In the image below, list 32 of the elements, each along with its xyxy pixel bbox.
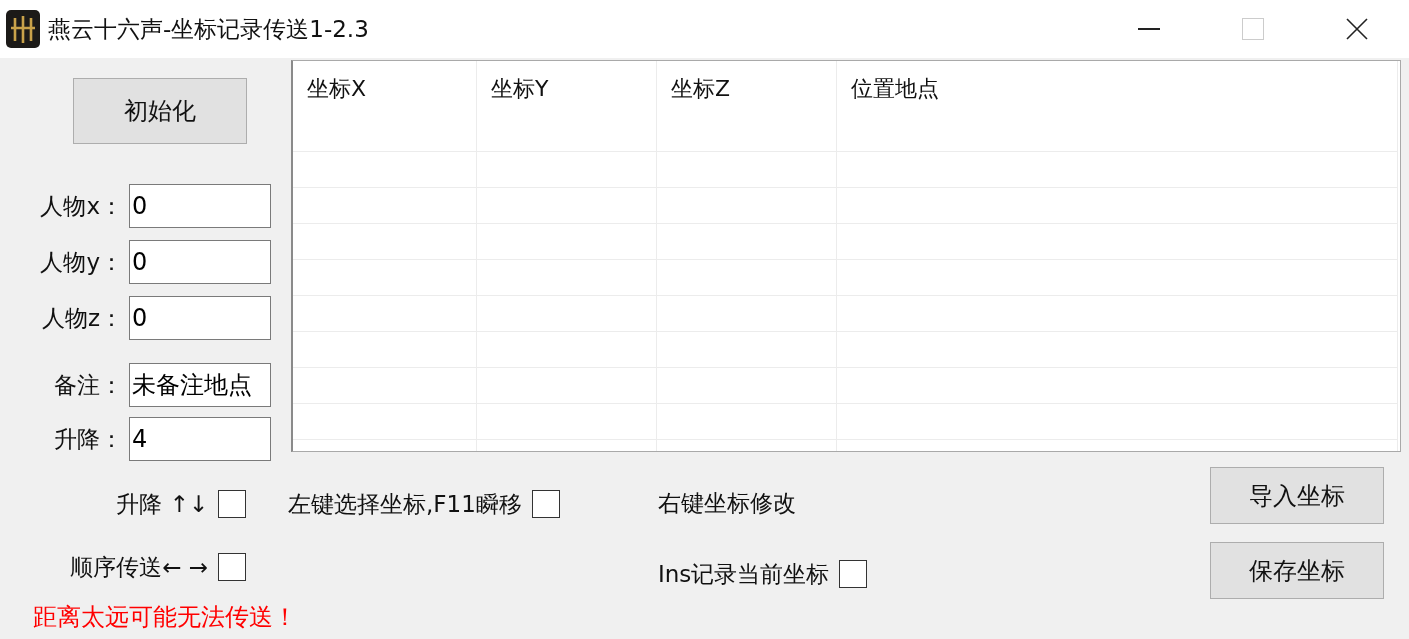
field-label: 升降：: [53, 424, 123, 454]
checkbox[interactable]: [218, 490, 246, 518]
hint-text: 右键坐标修改: [658, 488, 796, 518]
checkbox[interactable]: [218, 553, 246, 581]
option-label: Ins记录当前坐标: [658, 559, 830, 589]
column-header[interactable]: 坐标Z: [657, 61, 836, 116]
option-label: 左键选择坐标,F11瞬移: [288, 489, 522, 519]
checkbox[interactable]: [531, 490, 560, 518]
checkbox[interactable]: [839, 560, 868, 588]
coordinate-field[interactable]: 0: [129, 296, 271, 340]
coordinate-field[interactable]: 0: [129, 240, 271, 284]
input-field[interactable]: 未备注地点: [129, 363, 271, 407]
field-label: 人物x：: [39, 191, 123, 221]
column-header[interactable]: 位置地点: [837, 61, 1397, 116]
coordinate-field[interactable]: 0: [129, 184, 271, 228]
option-label: 升降 ↑↓: [116, 489, 208, 519]
field-label: 人物z：: [40, 303, 123, 333]
field-label: 人物y：: [39, 247, 123, 277]
initialize-button[interactable]: 初始化: [73, 78, 247, 144]
column-header[interactable]: 坐标Y: [477, 61, 656, 116]
save-button[interactable]: 保存坐标: [1210, 542, 1384, 599]
warning-text: 距离太远可能无法传送！: [33, 602, 297, 632]
input-field[interactable]: 4: [129, 417, 271, 461]
maximize-icon: [1242, 18, 1264, 40]
app-logo-icon: [6, 10, 40, 48]
minimize-icon: [1138, 28, 1160, 30]
column-header[interactable]: 坐标X: [293, 61, 476, 116]
import-button[interactable]: 导入坐标: [1210, 467, 1384, 524]
field-label: 备注：: [53, 370, 123, 400]
option-label: 顺序传送← →: [70, 552, 208, 582]
window-title: 燕云十六声-坐标记录传送1-2.3: [48, 14, 369, 44]
close-icon: [1346, 18, 1368, 40]
